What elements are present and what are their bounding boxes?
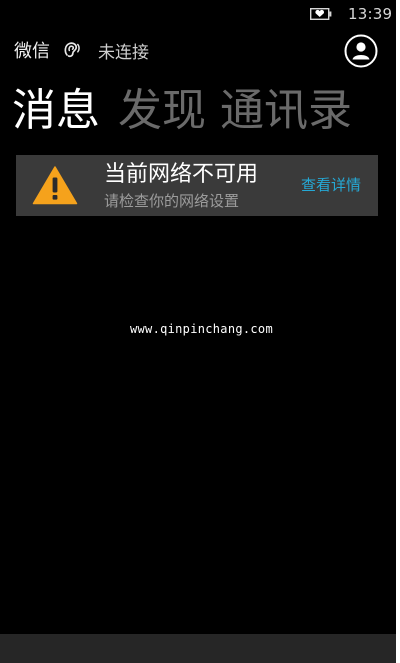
page-edge: [396, 0, 400, 663]
banner-subtitle: 请检查你的网络设置: [104, 192, 240, 210]
person-icon: [352, 42, 370, 60]
battery-heart-icon: [310, 8, 332, 20]
app-bar[interactable]: [0, 634, 396, 663]
connection-status: 未连接: [98, 42, 149, 63]
app-name: 微信: [14, 41, 50, 62]
status-time: 13:39: [348, 5, 393, 23]
view-details-link[interactable]: 查看详情: [301, 174, 361, 196]
banner-title: 当前网络不可用: [104, 162, 259, 187]
watermark-text: www.qinpinchang.com: [130, 322, 273, 336]
profile-button[interactable]: [344, 34, 378, 68]
warning-icon: [32, 166, 78, 205]
ear-icon: [64, 42, 80, 58]
tab-messages[interactable]: 消息: [12, 82, 100, 140]
tab-contacts[interactable]: 通讯录: [220, 82, 352, 140]
status-bar: 13:39: [0, 0, 396, 28]
pivot-tabs: 消息 发现 通讯录: [12, 82, 366, 140]
tab-discover[interactable]: 发现: [118, 82, 206, 140]
network-unavailable-banner[interactable]: 当前网络不可用 请检查你的网络设置 查看详情: [16, 155, 378, 216]
app-header: 微信 未连接: [14, 38, 384, 63]
phone-screen: 13:39 微信 未连接 消息 发现 通讯录 当前网络不可用 请检查你的网络设置 查…: [0, 0, 396, 663]
